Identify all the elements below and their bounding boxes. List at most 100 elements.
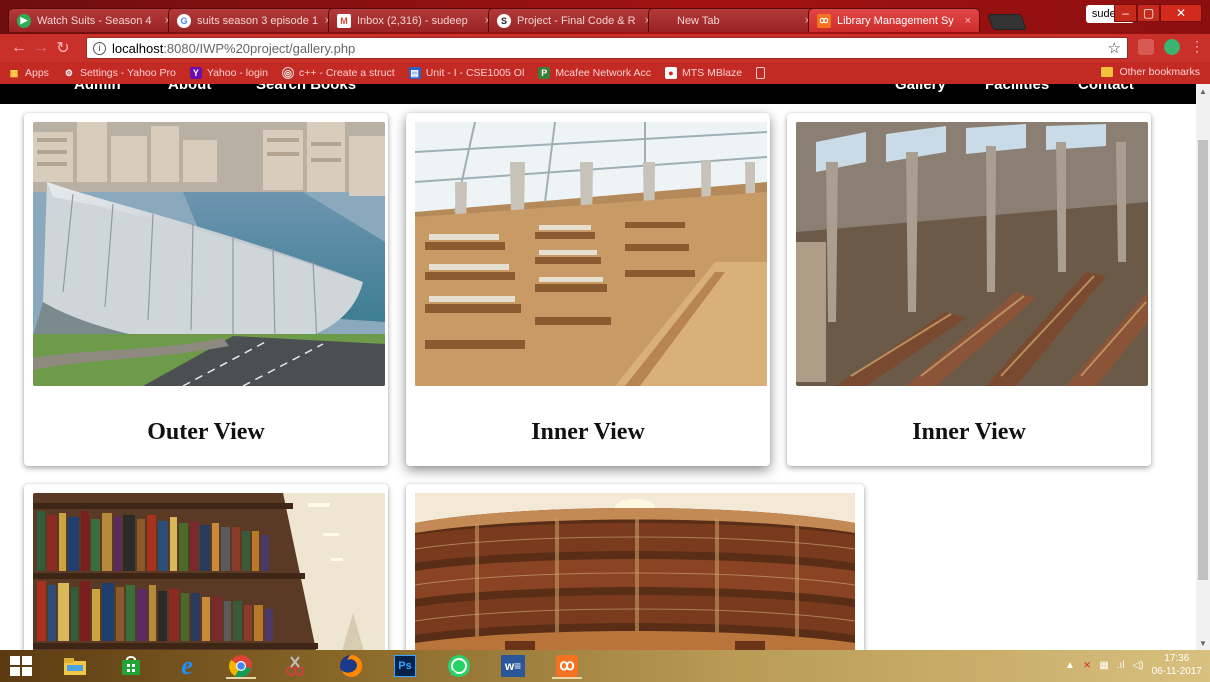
menu-dots-icon[interactable]: ⋮: [1190, 38, 1204, 55]
green-extension-icon[interactable]: [1164, 38, 1180, 55]
site-navbar: Admin About Search Books Gallery Facilit…: [0, 84, 1196, 104]
tab-project[interactable]: S Project - Final Code & R ×: [488, 8, 660, 32]
apps-grid-icon: ▦: [9, 67, 19, 78]
bookmark-label: Settings - Yahoo Pro: [79, 67, 176, 79]
circular-library-photo: [415, 493, 855, 650]
bookmarks-bar: ▦ Apps ⚙ Settings - Yahoo Pro Y Yahoo - …: [0, 62, 1210, 84]
new-tab-button[interactable]: [987, 14, 1027, 30]
network-icon[interactable]: ▦: [1099, 660, 1108, 671]
bookshelf-aisle-photo: [33, 493, 385, 650]
volume-icon[interactable]: ◁): [1133, 660, 1144, 671]
mcafee-icon: P: [538, 67, 551, 79]
bookmark-apps[interactable]: ▦ Apps: [8, 67, 49, 79]
windows-taskbar: e Ps w≡ ꝏ ▲ ⨯ ▦ .ıl ◁) 17:36 06-11-2017: [0, 650, 1210, 682]
minimize-button[interactable]: –: [1114, 4, 1137, 22]
tab-strip: ▶ Watch Suits - Season 4 × G suits seaso…: [8, 8, 1027, 34]
bookmark-blank[interactable]: [756, 67, 766, 79]
clock-time: 17:36: [1164, 653, 1190, 664]
file-explorer-icon[interactable]: [56, 653, 94, 679]
gallery-card[interactable]: Outer View: [24, 113, 388, 466]
tab-library-management[interactable]: ꝏ Library Management Sy ×: [808, 8, 980, 32]
page-scrollbar[interactable]: ▲ ▼: [1196, 84, 1210, 650]
nav-link-contact[interactable]: Contact: [1078, 84, 1134, 93]
bookmark-label: Mcafee Network Acc: [555, 67, 652, 79]
tab-suits-season[interactable]: G suits season 3 episode 1 ×: [168, 8, 340, 32]
tab-label: Project - Final Code & R: [517, 14, 636, 27]
card-caption: Outer View: [147, 419, 265, 445]
tab-label: suits season 3 episode 1: [197, 14, 319, 27]
scroll-down-arrow-icon[interactable]: ▼: [1196, 636, 1210, 650]
nav-link-gallery[interactable]: Gallery: [895, 84, 946, 93]
bookmark-label: c++ - Create a struct: [298, 67, 395, 79]
network-error-icon[interactable]: ⨯: [1083, 660, 1091, 671]
address-bar[interactable]: i localhost:8080/IWP%20project/gallery.p…: [86, 37, 1128, 59]
url-host: localhost: [112, 40, 164, 56]
library-reading-hall-photo: [415, 122, 767, 386]
system-tray: ▲ ⨯ ▦ .ıl ◁) 17:36 06-11-2017: [1065, 652, 1202, 678]
gallery-card[interactable]: [24, 484, 388, 650]
store-icon[interactable]: [112, 653, 150, 679]
bookmark-cpp-struct[interactable]: ◎ c++ - Create a struct: [281, 67, 395, 79]
chrome-icon[interactable]: [222, 653, 260, 679]
tab-new-tab[interactable]: New Tab ×: [648, 8, 820, 32]
bookmark-yahoo-login[interactable]: Y Yahoo - login: [189, 67, 268, 79]
xampp-icon[interactable]: ꝏ: [548, 653, 586, 679]
browser-toolbar: ← → ↻ i localhost:8080/IWP%20project/gal…: [0, 34, 1210, 62]
bookmark-settings-yahoo[interactable]: ⚙ Settings - Yahoo Pro: [63, 67, 176, 79]
nav-link-admin[interactable]: Admin: [74, 84, 121, 93]
gallery-card[interactable]: Inner View: [406, 113, 770, 466]
ie-icon[interactable]: e: [168, 651, 206, 680]
snipping-tool-icon[interactable]: [276, 653, 314, 679]
browser-titlebar: ▶ Watch Suits - Season 4 × G suits seaso…: [0, 0, 1210, 34]
library-exterior-photo: [33, 122, 385, 386]
tab-label: Watch Suits - Season 4: [37, 14, 152, 27]
star-icon[interactable]: ☆: [1108, 39, 1121, 57]
tab-label: Library Management Sy: [837, 14, 954, 27]
word-icon[interactable]: w≡: [494, 653, 532, 679]
maximize-button[interactable]: ▢: [1137, 4, 1160, 22]
pdf-extension-icon[interactable]: [1138, 38, 1154, 55]
signal-icon[interactable]: .ıl: [1117, 660, 1125, 671]
gallery-card[interactable]: Inner View: [787, 113, 1151, 466]
mts-icon: ●: [665, 67, 678, 79]
card-caption: Inner View: [531, 419, 645, 445]
tab-watch-suits[interactable]: ▶ Watch Suits - Season 4 ×: [8, 8, 180, 32]
scroll-up-arrow-icon[interactable]: ▲: [1196, 84, 1210, 98]
scrollbar-thumb[interactable]: [1198, 140, 1208, 580]
tab-inbox[interactable]: M Inbox (2,316) - sudeep ×: [328, 8, 500, 32]
page-viewport: Admin About Search Books Gallery Facilit…: [0, 84, 1196, 650]
forward-arrow-icon[interactable]: →: [30, 39, 52, 57]
windows-start-icon[interactable]: [10, 656, 32, 676]
nav-link-facilities[interactable]: Facilities: [985, 84, 1049, 93]
tab-label: Inbox (2,316) - sudeep: [357, 14, 468, 27]
reload-icon[interactable]: ↻: [52, 38, 74, 58]
chevron-up-icon[interactable]: ▲: [1065, 660, 1075, 671]
clock-date: 06-11-2017: [1151, 666, 1202, 677]
blank-page-icon: [756, 67, 766, 79]
gallery-card[interactable]: [406, 484, 864, 650]
bookmark-label: Unit - I - CSE1005 Ol: [425, 67, 525, 79]
yahoo-icon: Y: [189, 67, 202, 79]
bookmark-mcafee[interactable]: P Mcafee Network Acc: [538, 67, 651, 79]
s-icon: S: [497, 13, 511, 28]
photoshop-icon[interactable]: Ps: [386, 653, 424, 679]
firefox-icon[interactable]: [332, 653, 370, 679]
play-icon: ▶: [17, 13, 31, 28]
stackoverflow-icon: ◎: [281, 67, 294, 79]
tab-label: New Tab: [677, 14, 720, 27]
other-bookmarks[interactable]: Other bookmarks: [1101, 66, 1200, 78]
library-stacks-photo: [796, 122, 1148, 386]
xampp-icon: ꝏ: [817, 13, 831, 28]
gmail-icon: M: [337, 13, 351, 28]
close-icon[interactable]: ×: [965, 15, 971, 27]
whatsapp-icon[interactable]: [440, 653, 478, 679]
bookmark-unit-1[interactable]: ▤ Unit - I - CSE1005 Ol: [408, 67, 525, 79]
nav-link-about[interactable]: About: [168, 84, 211, 93]
taskbar-clock[interactable]: 17:36 06-11-2017: [1152, 652, 1202, 678]
back-arrow-icon[interactable]: ←: [8, 39, 30, 57]
window-controls: – ▢ ✕: [1114, 4, 1202, 22]
bookmark-mts-mblaze[interactable]: ● MTS MBlaze: [665, 67, 742, 79]
close-window-button[interactable]: ✕: [1160, 4, 1202, 22]
nav-link-search-books[interactable]: Search Books: [256, 84, 356, 93]
info-icon[interactable]: i: [93, 41, 106, 55]
